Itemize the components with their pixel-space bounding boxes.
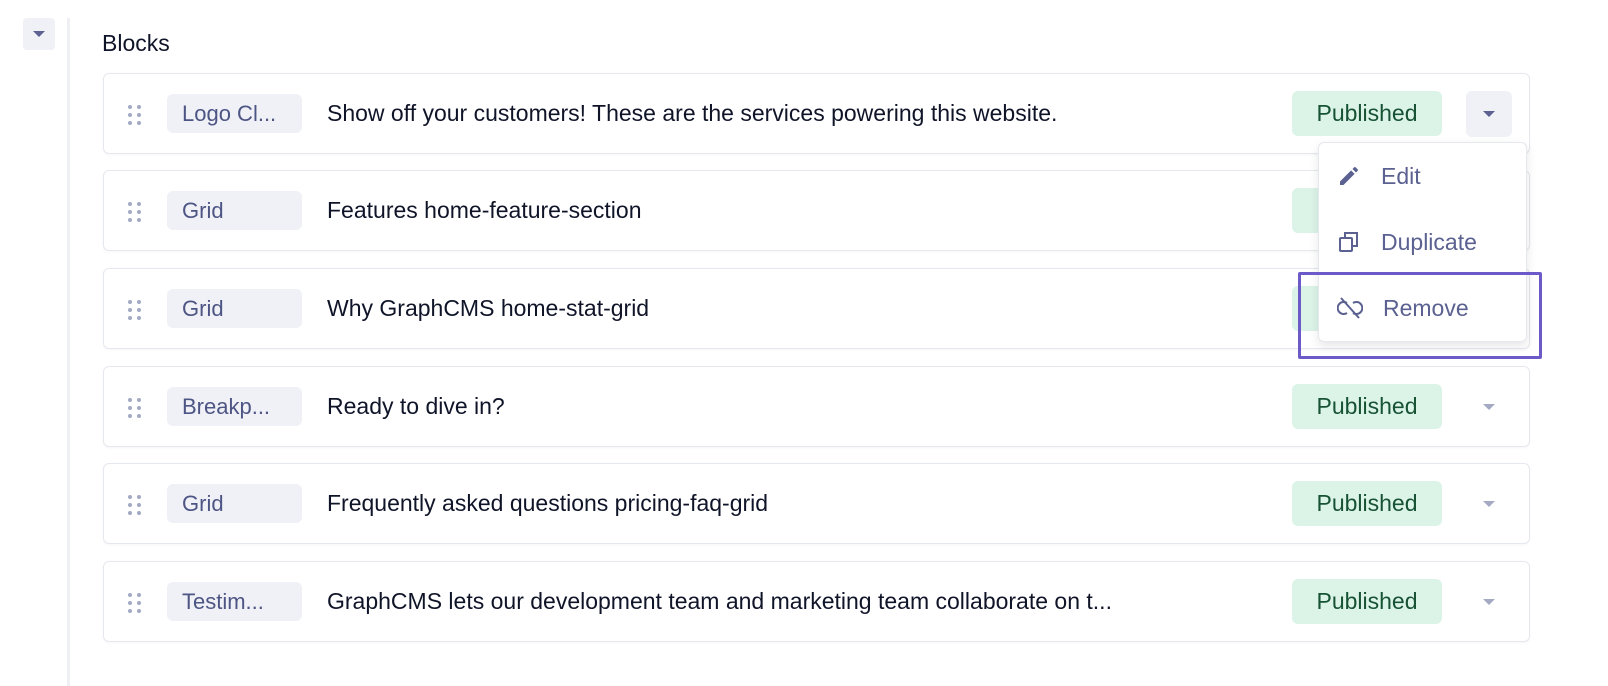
- block-row[interactable]: Grid Frequently asked questions pricing-…: [103, 463, 1530, 544]
- menu-item-label: Duplicate: [1381, 228, 1477, 255]
- row-actions-button[interactable]: [1466, 481, 1512, 527]
- chevron-down-icon: [1483, 599, 1495, 605]
- divider: [67, 18, 70, 686]
- drag-handle-icon[interactable]: [128, 202, 141, 222]
- row-actions-button[interactable]: [1466, 384, 1512, 430]
- status-badge: Published: [1292, 384, 1442, 429]
- chevron-down-icon: [1483, 111, 1495, 117]
- chevron-down-icon: [1483, 501, 1495, 507]
- block-row[interactable]: Grid Why GraphCMS home-stat-grid Publish…: [103, 268, 1530, 349]
- chevron-down-icon: [33, 31, 45, 37]
- menu-item-duplicate[interactable]: Duplicate: [1319, 212, 1526, 272]
- block-type-tag: Logo Cl...: [167, 94, 302, 133]
- menu-item-edit[interactable]: Edit: [1319, 146, 1526, 206]
- block-type-tag: Grid: [167, 484, 302, 523]
- block-actions-menu: Edit Duplicate Remove: [1318, 142, 1527, 342]
- drag-handle-icon[interactable]: [128, 495, 141, 515]
- collapse-toggle-button[interactable]: [23, 18, 55, 50]
- block-title: Show off your customers! These are the s…: [327, 100, 1058, 126]
- drag-handle-icon[interactable]: [128, 105, 141, 125]
- block-title: Features home-feature-section: [327, 197, 642, 223]
- block-type-tag: Breakp...: [167, 387, 302, 426]
- block-title: GraphCMS lets our development team and m…: [327, 588, 1112, 614]
- row-actions-button[interactable]: [1466, 91, 1512, 137]
- block-row[interactable]: Logo Cl... Show off your customers! Thes…: [103, 73, 1530, 154]
- section-title: Blocks: [102, 30, 170, 56]
- drag-handle-icon[interactable]: [128, 398, 141, 418]
- block-row[interactable]: Testim... GraphCMS lets our development …: [103, 561, 1530, 642]
- menu-item-remove[interactable]: Remove: [1319, 278, 1526, 338]
- block-type-tag: Testim...: [167, 582, 302, 621]
- status-badge: Published: [1292, 91, 1442, 136]
- block-title: Why GraphCMS home-stat-grid: [327, 295, 650, 321]
- drag-handle-icon[interactable]: [128, 593, 141, 613]
- pencil-icon: [1340, 167, 1358, 185]
- status-badge: Published: [1292, 579, 1442, 624]
- status-badge: Published: [1292, 481, 1442, 526]
- block-title: Frequently asked questions pricing-faq-g…: [327, 490, 769, 516]
- block-type-tag: Grid: [167, 191, 302, 230]
- row-actions-button[interactable]: [1466, 579, 1512, 625]
- menu-item-label: Edit: [1381, 162, 1421, 189]
- drag-handle-icon[interactable]: [128, 300, 141, 320]
- block-row[interactable]: Breakp... Ready to dive in? Published: [103, 366, 1530, 447]
- block-title: Ready to dive in?: [327, 393, 505, 419]
- block-row[interactable]: Grid Features home-feature-section Publi…: [103, 170, 1530, 251]
- duplicate-icon: [1339, 232, 1358, 252]
- chevron-down-icon: [1483, 404, 1495, 410]
- block-type-tag: Grid: [167, 289, 302, 328]
- menu-item-label: Remove: [1383, 294, 1469, 321]
- unlink-icon: [1337, 297, 1363, 319]
